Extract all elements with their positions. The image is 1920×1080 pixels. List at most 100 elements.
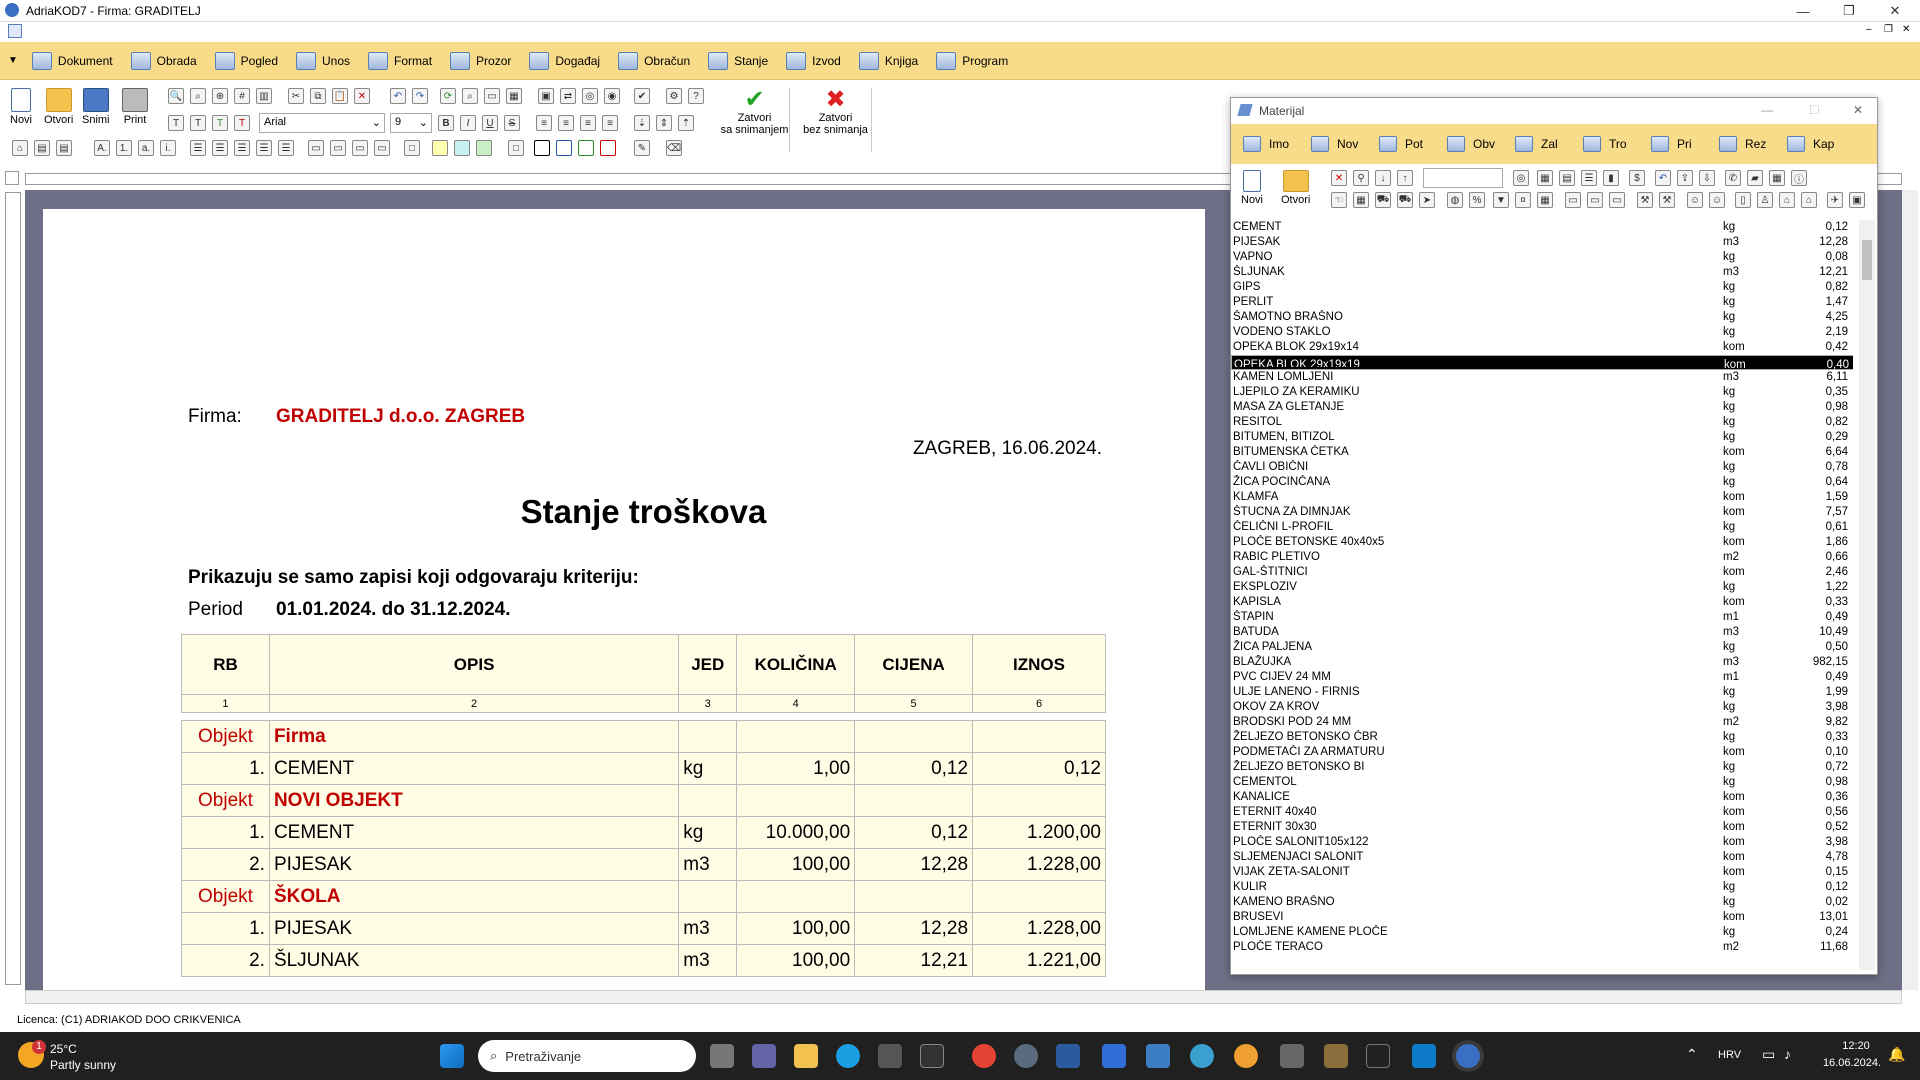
material-list-item[interactable]: GAL-ŠTITNICI kom 2,46	[1231, 565, 1853, 580]
app-blue-icon[interactable]	[1056, 1044, 1080, 1068]
italic-icon[interactable]: I	[460, 115, 476, 131]
notes-icon[interactable]	[1102, 1044, 1126, 1068]
eraser-icon[interactable]: ⌫	[666, 140, 682, 156]
mat-plane-icon[interactable]: ✈	[1827, 192, 1843, 208]
terminal-icon[interactable]	[920, 1044, 944, 1068]
close-without-save-button[interactable]: ✖ Zatvori bez snimanja	[800, 88, 872, 152]
layout-icon[interactable]: ▥	[256, 88, 272, 104]
underline-icon[interactable]: U	[482, 115, 498, 131]
align-right-icon[interactable]: ≡	[580, 115, 596, 131]
material-list-item[interactable]: OPEKA BLOK 29x19x14 kom 0,42	[1231, 340, 1853, 355]
mat-info-icon[interactable]: ⓘ	[1791, 170, 1807, 186]
material-list-item[interactable]: SLJEMENJACI SALONIT kom 4,78	[1231, 850, 1853, 865]
record-icon[interactable]: ◉	[604, 88, 620, 104]
vscode-icon[interactable]	[1412, 1044, 1436, 1068]
file-explorer-icon[interactable]	[794, 1044, 818, 1068]
help-icon[interactable]: ?	[688, 88, 704, 104]
menu-unos[interactable]: Unos	[296, 51, 350, 70]
material-list-item[interactable]: LOMLJENE KAMENE PLOČE kg 0,24	[1231, 925, 1853, 940]
mat-truck-icon[interactable]: ⛟	[1375, 192, 1391, 208]
vcenter-icon[interactable]: ⇕	[656, 115, 672, 131]
mat-calendar-icon[interactable]: ▦	[1537, 192, 1553, 208]
vertical-scrollbar[interactable]	[1902, 190, 1918, 990]
mat-hand-icon[interactable]: ☜	[1331, 192, 1347, 208]
mat-card-icon[interactable]: ▤	[1559, 170, 1575, 186]
frame2-icon[interactable]: ▤	[56, 140, 72, 156]
material-search-input[interactable]	[1423, 168, 1503, 188]
border-gray-icon[interactable]: □	[508, 140, 524, 156]
mat-doc1-icon[interactable]: ▭	[1565, 192, 1581, 208]
material-list-item[interactable]: LJEPILO ZA KERAMIKU kg 0,35	[1231, 385, 1853, 400]
pen-icon[interactable]: ✎	[634, 140, 650, 156]
menu-dokument[interactable]: Dokument	[31, 51, 113, 70]
list-2-icon[interactable]: ☰	[212, 140, 228, 156]
fill-yellow-icon[interactable]	[432, 140, 448, 156]
material-tab-zal[interactable]: Zal	[1515, 136, 1583, 152]
mat-doc2-icon[interactable]: ▭	[1587, 192, 1603, 208]
mat-person-icon[interactable]: ♙	[1757, 192, 1773, 208]
material-minimize-button[interactable]: —	[1761, 103, 1773, 117]
material-tab-kap[interactable]: Kap	[1787, 136, 1855, 152]
menu-prozor[interactable]: Prozor	[450, 51, 511, 70]
store-icon[interactable]	[878, 1044, 902, 1068]
material-list-item[interactable]: KAMENO BRAŠNO kg 0,02	[1231, 895, 1853, 910]
material-tab-rez[interactable]: Rez	[1719, 136, 1787, 152]
binoculars-icon[interactable]: ◎	[582, 88, 598, 104]
delete-icon[interactable]: ✕	[354, 88, 370, 104]
side-checkbox[interactable]	[5, 171, 19, 185]
numbering-a-lower-icon[interactable]: a.	[138, 140, 154, 156]
mat-sort-desc-icon[interactable]: ↑	[1397, 170, 1413, 186]
border-red-icon[interactable]	[600, 140, 616, 156]
material-list-item[interactable]: KLAMFA kom 1,59	[1231, 490, 1853, 505]
material-list-item[interactable]: BRODSKI POD 24 MM m2 9,82	[1231, 715, 1853, 730]
material-scroll-thumb[interactable]	[1862, 240, 1872, 280]
list-3-icon[interactable]: ☰	[234, 140, 250, 156]
bold-icon[interactable]: B	[438, 115, 454, 131]
mat-money-icon[interactable]: ¤	[1515, 192, 1531, 208]
page-number-icon[interactable]: #	[234, 88, 250, 104]
numbering-i-icon[interactable]: i.	[160, 140, 176, 156]
material-list-item[interactable]: ŠLJUNAK m3 12,21	[1231, 265, 1853, 280]
material-list-item[interactable]: ŠAMOTNO BRAŠNO kg 4,25	[1231, 310, 1853, 325]
zoom-icon[interactable]: ⊕	[212, 88, 228, 104]
new-button[interactable]: Novi	[10, 88, 32, 126]
mat-tool1-icon[interactable]: ⚒	[1637, 192, 1653, 208]
mdi-minimize-button[interactable]: –	[1866, 24, 1872, 35]
copy-icon[interactable]: ⧉	[310, 88, 326, 104]
mat-coins-icon[interactable]: ◍	[1447, 192, 1463, 208]
material-list-item[interactable]: EKSPLOZIV kg 1,22	[1231, 580, 1853, 595]
tool-b-icon[interactable]: ⇄	[560, 88, 576, 104]
adriakod-taskbar-icon[interactable]	[1456, 1044, 1480, 1068]
mat-percent-icon[interactable]: %	[1469, 192, 1485, 208]
close-button[interactable]: ✕	[1872, 0, 1918, 22]
material-list-item[interactable]: VAPNO kg 0,08	[1231, 250, 1853, 265]
material-list-item[interactable]: GIPS kg 0,82	[1231, 280, 1853, 295]
material-list-item[interactable]: ČELIČNI L-PROFIL kg 0,61	[1231, 520, 1853, 535]
task-view-icon[interactable]	[710, 1044, 734, 1068]
calculator-icon[interactable]	[1280, 1044, 1304, 1068]
mat-delete-icon[interactable]: ✕	[1331, 170, 1347, 186]
tool-a-icon[interactable]: ▣	[538, 88, 554, 104]
frame-icon[interactable]: ▤	[34, 140, 50, 156]
clock-time[interactable]: 12:20	[1826, 1040, 1886, 1052]
mat-calc-icon[interactable]: ▦	[1769, 170, 1785, 186]
language-indicator[interactable]: HRV	[1718, 1049, 1741, 1061]
material-open-button[interactable]: Otvori	[1281, 170, 1310, 206]
menu-program[interactable]: Program	[936, 51, 1008, 70]
border-blue-icon[interactable]	[556, 140, 572, 156]
material-list-item[interactable]: KAMEN LOMLJENI m3 6,11	[1231, 370, 1853, 385]
strikethrough-icon[interactable]: S	[504, 115, 520, 131]
menu-stanje[interactable]: Stanje	[708, 51, 768, 70]
material-list-item[interactable]: BITUMENSKA ČETKA kom 6,64	[1231, 445, 1853, 460]
material-list-item[interactable]: KULIR kg 0,12	[1231, 880, 1853, 895]
chrome-icon[interactable]	[972, 1044, 996, 1068]
mat-phone-icon[interactable]: ✆	[1725, 170, 1741, 186]
doc-d-icon[interactable]: ▭	[374, 140, 390, 156]
taskbar-search[interactable]: ⌕ Pretraživanje	[478, 1040, 696, 1072]
mat-dollar-icon[interactable]: $	[1629, 170, 1645, 186]
menu-format[interactable]: Format	[368, 51, 432, 70]
numbering-a-icon[interactable]: A.	[94, 140, 110, 156]
material-list-item[interactable]: ETERNIT 40x40 kom 0,56	[1231, 805, 1853, 820]
mat-doc3-icon[interactable]: ▭	[1609, 192, 1625, 208]
material-tab-tro[interactable]: Tro	[1583, 136, 1651, 152]
